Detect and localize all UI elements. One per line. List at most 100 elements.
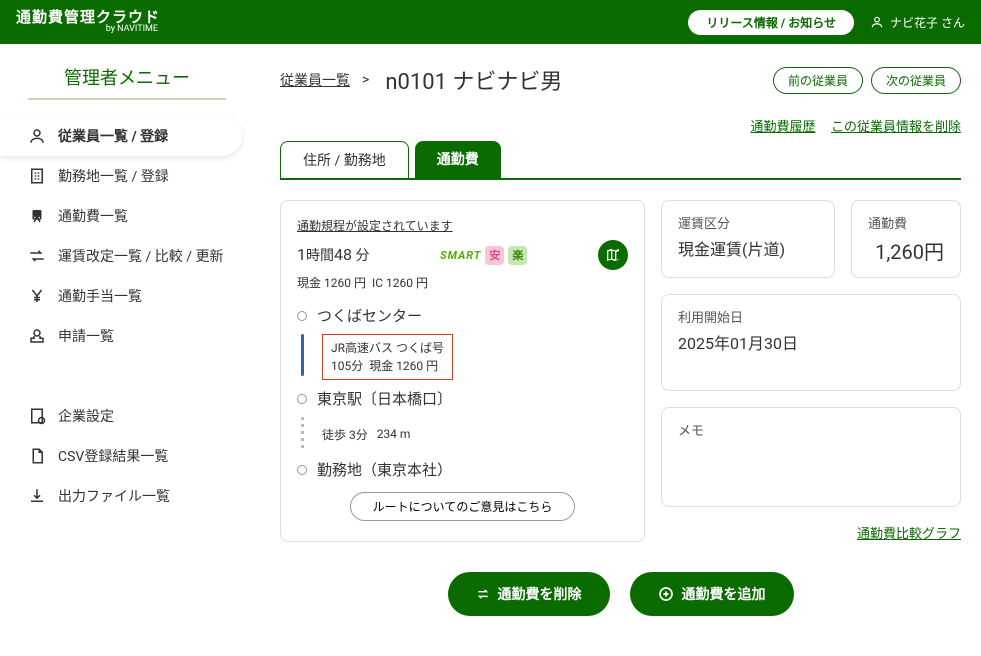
sidebar-item-commute-list[interactable]: 通勤費一覧 <box>0 196 242 236</box>
building-icon <box>28 167 46 185</box>
info-column: 運賃区分 現金運賃(片道) 通勤費 1,260円 利用開始日 2025年01月3… <box>661 200 961 542</box>
leg-line-icon <box>301 334 304 376</box>
app-header: 通勤費管理クラウド by NAVITIME リリース情報 / お知らせ ナビ花子… <box>0 0 981 44</box>
breadcrumb-back-link[interactable]: 従業員一覧 <box>280 70 350 90</box>
leg-line-dotted-icon <box>301 417 304 451</box>
commute-cost-label: 通勤費 <box>868 213 944 232</box>
breadcrumb: 従業員一覧 > n0101 ナビナビ男 <box>280 64 562 96</box>
train-icon <box>28 207 46 225</box>
stop-marker-icon <box>297 394 307 404</box>
tab-content: 通勤規程が設定されています 1時間48 分 SMART 安楽 <box>280 200 961 542</box>
badge-easy: 楽 <box>508 246 527 265</box>
sidebar-item-label: 企業設定 <box>58 406 114 426</box>
user-name: ナビ花子 さん <box>890 14 965 31</box>
delete-employee-link[interactable]: この従業員情報を削除 <box>831 120 961 135</box>
stop-name: 東京駅〔日本橋口〕 <box>317 388 452 409</box>
stop-marker-icon <box>297 465 307 475</box>
route-stop: つくばセンター <box>297 305 628 326</box>
logo-sub: by NAVITIME <box>16 25 160 35</box>
stop-name: つくばセンター <box>317 305 422 326</box>
start-date-card: 利用開始日 2025年01月30日 <box>661 294 961 391</box>
route-leg-bus: JR高速バス つくば号 105分 現金 1260 円 <box>301 334 628 380</box>
breadcrumb-current: n0101 ナビナビ男 <box>385 64 562 96</box>
sidebar-title: 管理者メニュー <box>28 64 226 100</box>
compare-graph-link[interactable]: 通勤費比較グラフ <box>661 523 961 542</box>
sidebar-item-csv-results[interactable]: CSV登録結果一覧 <box>0 436 242 476</box>
next-employee-button[interactable]: 次の従業員 <box>871 67 961 94</box>
user-icon <box>870 15 884 29</box>
map-button[interactable] <box>598 240 628 270</box>
route-stop: 東京駅〔日本橋口〕 <box>297 388 628 409</box>
stamp-icon <box>28 327 46 345</box>
start-date-value: 2025年01月30日 <box>678 330 944 354</box>
header-right: リリース情報 / お知らせ ナビ花子 さん <box>688 10 965 35</box>
badge-smart: SMART <box>440 249 481 262</box>
sidebar-group-main: 従業員一覧 / 登録 勤務地一覧 / 登録 通勤費一覧 運賃改定一覧 / 比較 … <box>0 116 242 356</box>
download-icon <box>28 487 46 505</box>
logo-main: 通勤費管理クラウド <box>16 9 160 26</box>
sidebar-item-label: 従業員一覧 / 登録 <box>58 126 168 146</box>
stop-marker-icon <box>297 311 307 321</box>
memo-label: メモ <box>678 420 944 439</box>
sidebar-item-employees[interactable]: 従業員一覧 / 登録 <box>0 116 242 156</box>
fare-type-value: 現金運賃(片道) <box>678 236 818 260</box>
sidebar-item-label: 勤務地一覧 / 登録 <box>58 166 169 186</box>
document-icon <box>28 447 46 465</box>
info-row-1: 運賃区分 現金運賃(片道) 通勤費 1,260円 <box>661 200 961 278</box>
commute-cost-card: 通勤費 1,260円 <box>851 200 961 278</box>
swap-icon <box>476 587 490 601</box>
current-user[interactable]: ナビ花子 さん <box>870 14 965 31</box>
leg-highlight-box: JR高速バス つくば号 105分 現金 1260 円 <box>322 334 453 380</box>
route-stop: 勤務地（東京本社） <box>297 459 628 480</box>
tabs: 住所 / 勤務地 通勤費 <box>280 141 961 180</box>
sidebar-item-label: 通勤費一覧 <box>58 206 128 226</box>
tab-commute[interactable]: 通勤費 <box>415 141 501 178</box>
add-commute-label: 通勤費を追加 <box>682 584 766 604</box>
tab-address[interactable]: 住所 / 勤務地 <box>280 141 409 178</box>
sidebar-item-company-settings[interactable]: 企業設定 <box>0 396 242 436</box>
delete-commute-label: 通勤費を削除 <box>498 584 582 604</box>
sidebar-item-output-files[interactable]: 出力ファイル一覧 <box>0 476 242 516</box>
sidebar-item-fare-revision[interactable]: 運賃改定一覧 / 比較 / 更新 <box>0 236 242 276</box>
delete-commute-button[interactable]: 通勤費を削除 <box>448 572 610 616</box>
route-steps: つくばセンター JR高速バス つくば号 105分 現金 1260 円 <box>297 305 628 480</box>
route-leg-walk: 徒歩 3分 234 m <box>301 417 628 451</box>
sidebar-item-applications[interactable]: 申請一覧 <box>0 316 242 356</box>
prev-employee-button[interactable]: 前の従業員 <box>773 67 863 94</box>
breadcrumb-separator: > <box>362 72 369 88</box>
sidebar-item-label: 申請一覧 <box>58 326 114 346</box>
main-content: 従業員一覧 > n0101 ナビナビ男 前の従業員 次の従業員 通勤費履歴 この… <box>250 44 981 656</box>
stop-name: 勤務地（東京本社） <box>317 459 452 480</box>
yen-icon <box>28 287 46 305</box>
page-head: 従業員一覧 > n0101 ナビナビ男 前の従業員 次の従業員 <box>280 64 961 96</box>
route-card: 通勤規程が設定されています 1時間48 分 SMART 安楽 <box>280 200 645 542</box>
sidebar-item-label: 運賃改定一覧 / 比較 / 更新 <box>58 246 223 266</box>
route-policy-link[interactable]: 通勤規程が設定されています <box>297 217 453 234</box>
sidebar-item-label: 出力ファイル一覧 <box>58 486 170 506</box>
leg-line-name: JR高速バス つくば号 <box>331 339 444 357</box>
plus-circle-icon <box>658 586 674 602</box>
map-icon <box>605 247 621 263</box>
commute-history-link[interactable]: 通勤費履歴 <box>750 120 815 135</box>
release-info-button[interactable]: リリース情報 / お知らせ <box>688 10 854 35</box>
sidebar: 管理者メニュー 従業員一覧 / 登録 勤務地一覧 / 登録 通勤費一覧 運賃改定… <box>0 44 250 656</box>
building-settings-icon <box>28 407 46 425</box>
sidebar-item-workplaces[interactable]: 勤務地一覧 / 登録 <box>0 156 242 196</box>
action-bar: 通勤費を削除 通勤費を追加 <box>280 572 961 616</box>
badge-cheap: 安 <box>485 246 504 265</box>
add-commute-button[interactable]: 通勤費を追加 <box>630 572 794 616</box>
exchange-icon <box>28 247 46 265</box>
memo-card: メモ <box>661 407 961 507</box>
route-time: 1時間48 分 <box>297 245 369 265</box>
route-column: 通勤規程が設定されています 1時間48 分 SMART 安楽 <box>280 200 645 542</box>
fare-type-label: 運賃区分 <box>678 213 818 232</box>
route-summary: 1時間48 分 SMART 安楽 <box>297 240 628 270</box>
route-feedback-button[interactable]: ルートについてのご意見はこちら <box>350 492 576 521</box>
sidebar-item-label: 通勤手当一覧 <box>58 286 142 306</box>
route-fare-line: 現金 1260 円 IC 1260 円 <box>297 274 628 291</box>
sidebar-item-allowance[interactable]: 通勤手当一覧 <box>0 276 242 316</box>
start-date-label: 利用開始日 <box>678 307 944 326</box>
sidebar-group-settings: 企業設定 CSV登録結果一覧 出力ファイル一覧 <box>0 396 242 516</box>
fare-type-card: 運賃区分 現金運賃(片道) <box>661 200 835 278</box>
employee-nav: 前の従業員 次の従業員 <box>773 67 961 94</box>
